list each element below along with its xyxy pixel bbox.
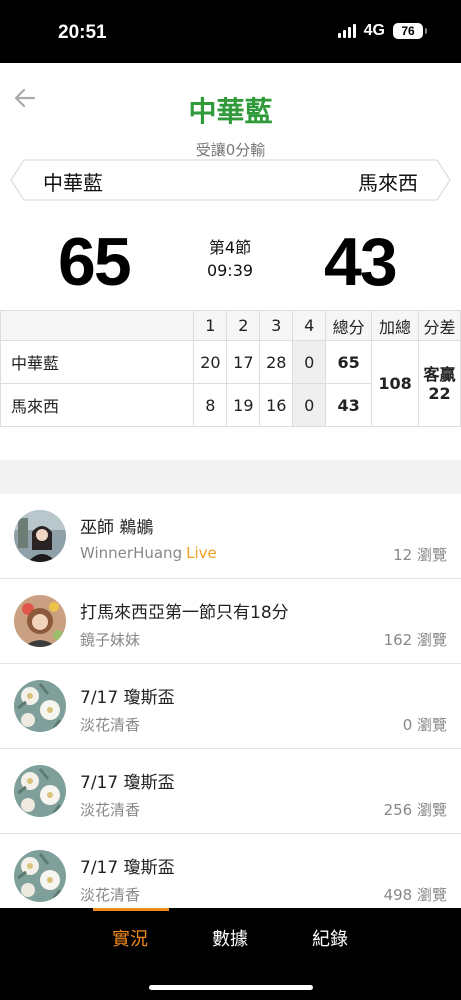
row-q2: 17 — [226, 340, 261, 384]
active-tab-indicator — [93, 908, 169, 911]
home-team-name: 中華藍 — [43, 171, 103, 195]
period-label: 第4節 — [208, 238, 252, 257]
row-q4: 0 — [292, 383, 327, 427]
box-score-table: 1 2 3 4 總分 加總 分差 中華藍 20 17 28 0 65 108 客… — [0, 310, 461, 427]
home-score: 65 — [58, 224, 132, 300]
table-header-sum: 加總 — [371, 310, 420, 341]
handicap-text: 受讓0分輸 — [195, 141, 266, 159]
combined-total: 108 — [371, 340, 420, 427]
table-header-q3: 3 — [259, 310, 294, 341]
row-team-name: 馬來西 — [0, 383, 195, 427]
list-item[interactable]: 巫師 鵜鶘 WinnerHuang Live 12 瀏覽 — [0, 494, 461, 579]
row-q1: 20 — [193, 340, 228, 384]
view-count: 12 瀏覽 — [393, 546, 447, 564]
game-period: 第4節 09:39 — [190, 236, 270, 282]
away-team-name: 馬來西 — [358, 171, 418, 195]
post-author: 淡花清香 — [80, 801, 141, 819]
status-indicators: 4G 76 — [337, 22, 427, 40]
row-q3: 16 — [259, 383, 294, 427]
view-count: 256 瀏覽 — [383, 801, 447, 819]
game-clock: 09:39 — [206, 261, 254, 280]
view-count: 498 瀏覽 — [383, 886, 447, 904]
section-divider — [0, 460, 461, 494]
tab-live[interactable]: 實況 — [112, 925, 148, 951]
row-team-name: 中華藍 — [0, 340, 195, 384]
matchup-bar: 中華藍 馬來西 — [10, 159, 451, 201]
table-header-team — [0, 310, 195, 341]
page-title: 中華藍 — [188, 95, 273, 128]
post-title: 打馬來西亞第一節只有18分 — [80, 603, 289, 623]
table-row: 中華藍 20 17 28 0 65 108 客贏 22 — [0, 340, 461, 427]
table-header-total: 總分 — [325, 310, 373, 341]
tab-stats[interactable]: 數據 — [212, 925, 248, 951]
post-title: 7/17 瓊斯盃 — [80, 773, 175, 793]
status-bar: 20:51 4G 76 — [0, 0, 461, 63]
table-header-row: 1 2 3 4 總分 加總 分差 — [0, 310, 461, 341]
avatar — [14, 850, 66, 902]
row-q3: 28 — [259, 340, 294, 384]
author-name: WinnerHuang — [80, 544, 183, 562]
row-q1: 8 — [193, 383, 228, 427]
bottom-tab-bar: 實況 數據 紀錄 — [0, 908, 461, 1000]
battery-icon: 76 — [393, 23, 427, 39]
post-title: 7/17 瓊斯盃 — [80, 688, 175, 708]
row-q2: 19 — [226, 383, 261, 427]
avatar — [14, 595, 66, 647]
post-author: 鏡子妹妹 — [80, 631, 141, 649]
home-indicator[interactable] — [149, 985, 313, 990]
diff-label: 客贏 — [423, 364, 456, 384]
avatar — [14, 510, 66, 562]
signal-icon — [337, 24, 356, 38]
tab-records[interactable]: 紀錄 — [312, 925, 348, 951]
row-total: 65 — [325, 340, 373, 384]
point-differential: 客贏 22 — [418, 340, 461, 427]
avatar — [14, 680, 66, 732]
table-header-q4: 4 — [292, 310, 327, 341]
row-total: 43 — [325, 383, 373, 427]
live-badge: Live — [186, 544, 217, 562]
row-q4: 0 — [292, 340, 327, 384]
table-header-q1: 1 — [193, 310, 228, 341]
post-author: WinnerHuang Live — [80, 544, 217, 562]
list-item[interactable]: 打馬來西亞第一節只有18分 鏡子妹妹 162 瀏覽 — [0, 579, 461, 664]
list-item[interactable]: 7/17 瓊斯盃 淡花清香 0 瀏覽 — [0, 664, 461, 749]
table-header-diff: 分差 — [418, 310, 461, 341]
network-label: 4G — [363, 22, 385, 39]
post-title: 巫師 鵜鶘 — [80, 518, 154, 538]
post-list: 巫師 鵜鶘 WinnerHuang Live 12 瀏覽 打馬來西亞第一節只有18… — [0, 494, 461, 919]
game-header: 中華藍 受讓0分輸 中華藍 馬來西 65 第4節 09:39 43 — [0, 63, 461, 310]
post-author: 淡花清香 — [80, 716, 141, 734]
status-time: 20:51 — [58, 22, 107, 43]
table-header-q2: 2 — [226, 310, 261, 341]
away-score: 43 — [324, 224, 398, 300]
view-count: 0 瀏覽 — [402, 716, 447, 734]
list-item[interactable]: 7/17 瓊斯盃 淡花清香 256 瀏覽 — [0, 749, 461, 834]
list-item[interactable]: 7/17 瓊斯盃 淡花清香 498 瀏覽 — [0, 834, 461, 919]
diff-value: 22 — [428, 383, 451, 403]
post-title: 7/17 瓊斯盃 — [80, 858, 175, 878]
avatar — [14, 765, 66, 817]
view-count: 162 瀏覽 — [383, 631, 447, 649]
post-author: 淡花清香 — [80, 886, 141, 904]
